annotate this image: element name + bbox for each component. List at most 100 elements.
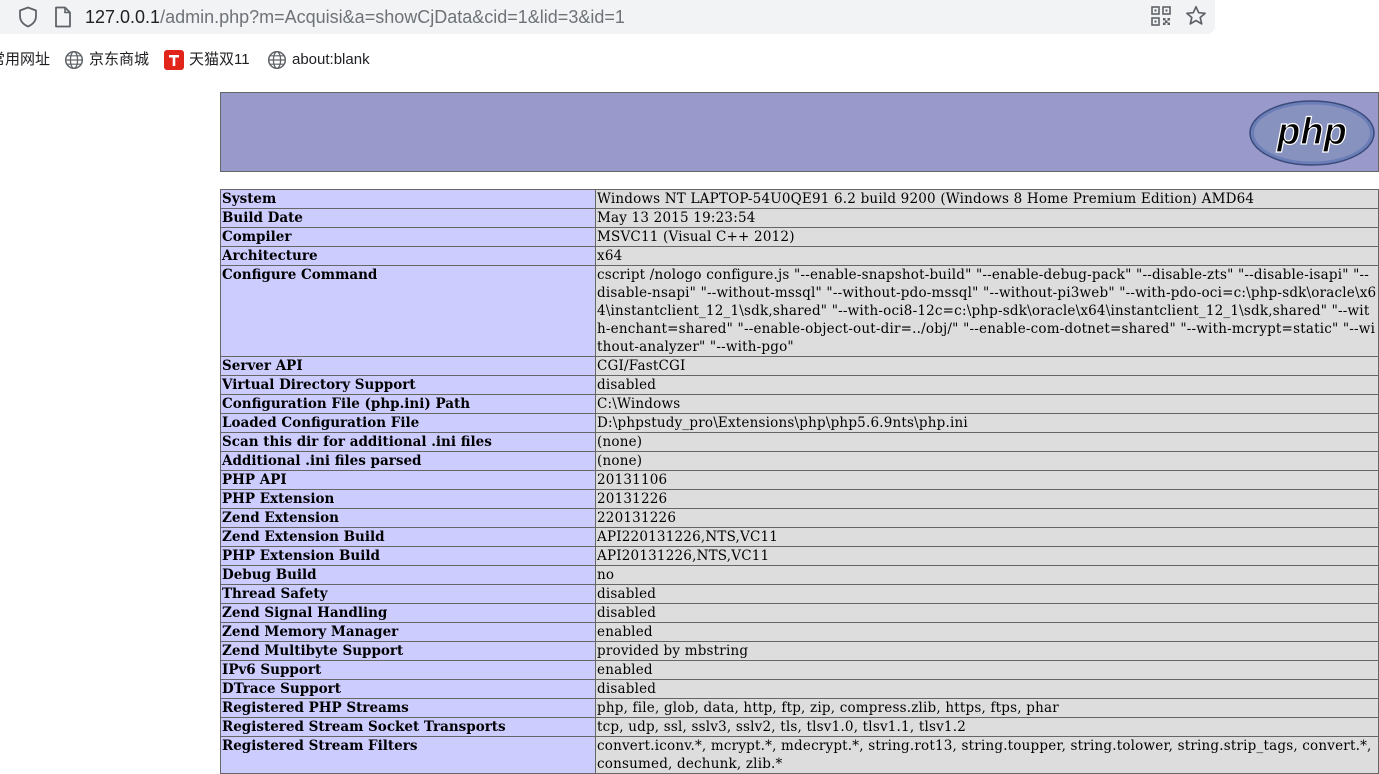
info-key: Server API bbox=[220, 356, 596, 376]
info-row: Registered PHP Streams php, file, glob, d… bbox=[220, 698, 1379, 718]
info-row: Zend Extension Build API220131226,NTS,VC1… bbox=[220, 527, 1379, 547]
info-row: Additional .ini files parsed (none) bbox=[220, 451, 1379, 471]
bookmark-about-blank[interactable]: about:blank bbox=[267, 49, 382, 71]
bookmark-tmall[interactable]: 天猫双11 bbox=[164, 49, 256, 71]
php-logo-text: php bbox=[1276, 111, 1347, 153]
info-row: System Windows NT LAPTOP-54U0QE91 6.2 bui… bbox=[220, 189, 1379, 209]
info-value: 20131106 bbox=[595, 470, 1379, 490]
info-value: x64 bbox=[595, 246, 1379, 266]
url-host: 127.0.0.1 bbox=[85, 7, 161, 27]
info-key: Scan this dir for additional .ini files bbox=[220, 432, 596, 452]
phpinfo-header: php bbox=[220, 92, 1379, 172]
info-value: convert.iconv.*, mcrypt.*, mdecrypt.*, s… bbox=[595, 736, 1379, 774]
info-row: Registered Stream Socket Transports tcp, … bbox=[220, 717, 1379, 737]
bookmark-label: about:blank bbox=[292, 51, 370, 68]
bookmarks-bar: 常用网址 京东商城 天猫双11 about:blank bbox=[0, 44, 1379, 74]
php-logo: php bbox=[1249, 100, 1375, 166]
info-row: PHP Extension 20131226 bbox=[220, 489, 1379, 509]
info-row: Architecture x64 bbox=[220, 246, 1379, 266]
info-value: May 13 2015 19:23:54 bbox=[595, 208, 1379, 228]
info-value: php, file, glob, data, http, ftp, zip, c… bbox=[595, 698, 1379, 718]
info-value: D:\phpstudy_pro\Extensions\php\php5.6.9n… bbox=[595, 413, 1379, 433]
info-key: PHP Extension Build bbox=[220, 546, 596, 566]
info-row: Registered Stream Filters convert.iconv.*… bbox=[220, 736, 1379, 774]
info-key: Architecture bbox=[220, 246, 596, 266]
info-key: Registered PHP Streams bbox=[220, 698, 596, 718]
info-value: enabled bbox=[595, 660, 1379, 680]
info-row: Build Date May 13 2015 19:23:54 bbox=[220, 208, 1379, 228]
info-row: PHP API 20131106 bbox=[220, 470, 1379, 490]
info-row: Zend Memory Manager enabled bbox=[220, 622, 1379, 642]
info-row: Compiler MSVC11 (Visual C++ 2012) bbox=[220, 227, 1379, 247]
info-value: (none) bbox=[595, 451, 1379, 471]
info-key: Registered Stream Filters bbox=[220, 736, 596, 774]
info-value: cscript /nologo configure.js "--enable-s… bbox=[595, 265, 1379, 357]
address-bar[interactable]: 127.0.0.1/admin.php?m=Acquisi&a=showCjDa… bbox=[0, 0, 1215, 34]
info-value: disabled bbox=[595, 375, 1379, 395]
qr-code-icon[interactable] bbox=[1150, 5, 1172, 27]
shield-icon[interactable] bbox=[16, 5, 40, 29]
info-key: Virtual Directory Support bbox=[220, 375, 596, 395]
info-value: 220131226 bbox=[595, 508, 1379, 528]
page-info-icon[interactable] bbox=[53, 6, 73, 28]
info-key: PHP API bbox=[220, 470, 596, 490]
info-row: Zend Extension 220131226 bbox=[220, 508, 1379, 528]
info-key: Zend Multibyte Support bbox=[220, 641, 596, 661]
info-key: Thread Safety bbox=[220, 584, 596, 604]
info-key: Configure Command bbox=[220, 265, 596, 357]
info-key: Debug Build bbox=[220, 565, 596, 585]
info-row: IPv6 Support enabled bbox=[220, 660, 1379, 680]
phpinfo-table: System Windows NT LAPTOP-54U0QE91 6.2 bui… bbox=[220, 189, 1379, 774]
info-value: MSVC11 (Visual C++ 2012) bbox=[595, 227, 1379, 247]
info-value: disabled bbox=[595, 603, 1379, 623]
info-row: Configuration File (php.ini) Path C:\Wind… bbox=[220, 394, 1379, 414]
info-key: System bbox=[220, 189, 596, 209]
info-value: API20131226,NTS,VC11 bbox=[595, 546, 1379, 566]
info-row: Debug Build no bbox=[220, 565, 1379, 585]
info-key: Zend Extension Build bbox=[220, 527, 596, 547]
url-field[interactable]: 127.0.0.1/admin.php?m=Acquisi&a=showCjDa… bbox=[85, 5, 625, 29]
info-value: Windows NT LAPTOP-54U0QE91 6.2 build 920… bbox=[595, 189, 1379, 209]
info-row: Loaded Configuration File D:\phpstudy_pro… bbox=[220, 413, 1379, 433]
info-value: provided by mbstring bbox=[595, 641, 1379, 661]
info-key: Configuration File (php.ini) Path bbox=[220, 394, 596, 414]
info-key: DTrace Support bbox=[220, 679, 596, 699]
info-row: Thread Safety disabled bbox=[220, 584, 1379, 604]
info-row: Zend Signal Handling disabled bbox=[220, 603, 1379, 623]
info-row: Configure Command cscript /nologo configu… bbox=[220, 265, 1379, 357]
url-path: /admin.php?m=Acquisi&a=showCjData&cid=1&… bbox=[160, 7, 625, 27]
bookmark-label: 天猫双11 bbox=[189, 51, 250, 68]
info-key: Registered Stream Socket Transports bbox=[220, 717, 596, 737]
info-row: PHP Extension Build API20131226,NTS,VC11 bbox=[220, 546, 1379, 566]
globe-icon bbox=[64, 50, 84, 70]
info-key: Additional .ini files parsed bbox=[220, 451, 596, 471]
info-key: Zend Signal Handling bbox=[220, 603, 596, 623]
bookmark-label: 常用网址 bbox=[0, 51, 51, 68]
info-row: Scan this dir for additional .ini files(… bbox=[220, 432, 1379, 452]
globe-icon bbox=[267, 50, 287, 70]
bookmark-star-icon[interactable] bbox=[1184, 4, 1208, 28]
info-value: no bbox=[595, 565, 1379, 585]
phpinfo-table-body: System Windows NT LAPTOP-54U0QE91 6.2 bui… bbox=[220, 189, 1379, 774]
tmall-icon bbox=[164, 50, 184, 70]
bookmark-jd[interactable]: 京东商城 bbox=[64, 49, 154, 71]
info-row: Zend Multibyte Support provided by mbstri… bbox=[220, 641, 1379, 661]
info-row: Server API CGI/FastCGI bbox=[220, 356, 1379, 376]
info-key: Loaded Configuration File bbox=[220, 413, 596, 433]
info-key: PHP Extension bbox=[220, 489, 596, 509]
info-value: tcp, udp, ssl, sslv3, sslv2, tls, tlsv1.… bbox=[595, 717, 1379, 737]
info-key: Zend Memory Manager bbox=[220, 622, 596, 642]
info-value: 20131226 bbox=[595, 489, 1379, 509]
info-value: disabled bbox=[595, 584, 1379, 604]
bookmark-label: 京东商城 bbox=[89, 51, 150, 68]
info-value: C:\Windows bbox=[595, 394, 1379, 414]
info-value: enabled bbox=[595, 622, 1379, 642]
info-key: Build Date bbox=[220, 208, 596, 228]
info-key: Zend Extension bbox=[220, 508, 596, 528]
info-row: Virtual Directory Support disabled bbox=[220, 375, 1379, 395]
info-key: IPv6 Support bbox=[220, 660, 596, 680]
info-row: DTrace Support disabled bbox=[220, 679, 1379, 699]
info-value: (none) bbox=[595, 432, 1379, 452]
info-value: CGI/FastCGI bbox=[595, 356, 1379, 376]
info-key: Compiler bbox=[220, 227, 596, 247]
